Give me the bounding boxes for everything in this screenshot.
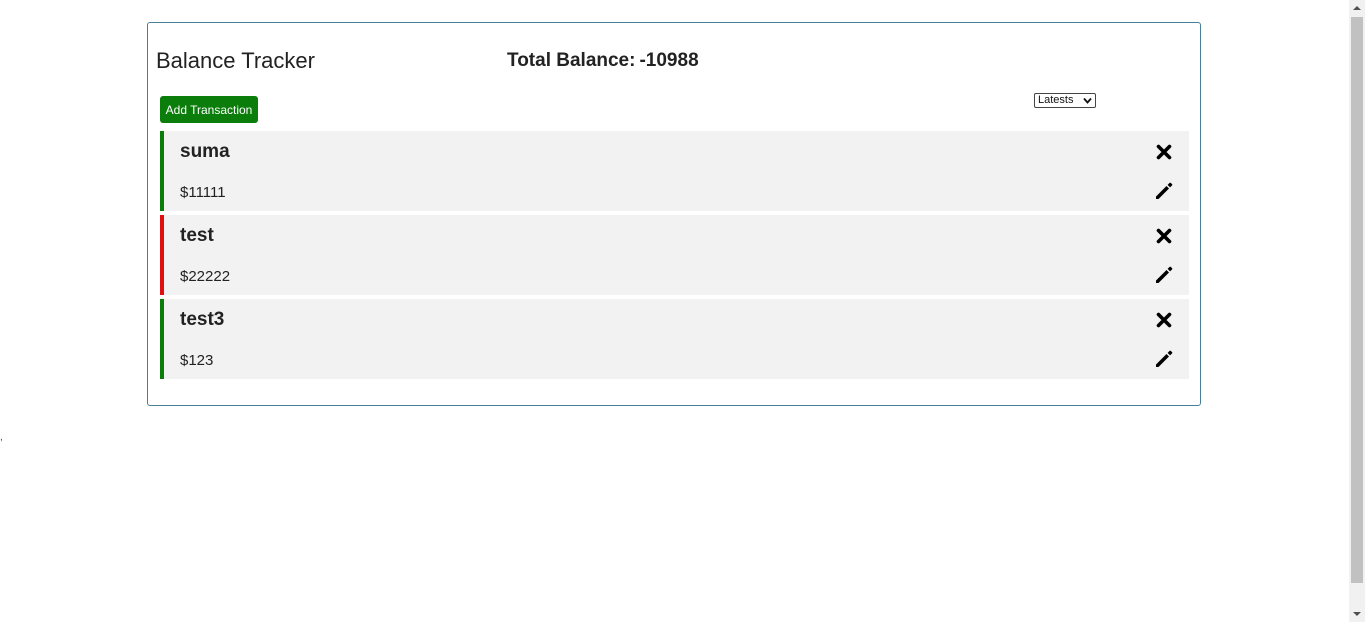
transaction-item: test $22222 [160,215,1189,295]
transaction-list: suma $11111 test $22222 test3 $123 [160,131,1189,383]
transaction-amount: $22222 [180,268,231,285]
scroll-down-arrow-icon[interactable] [1353,610,1361,618]
total-balance: Total Balance: -10988 [507,50,699,72]
sort-select[interactable]: Latests [1034,93,1096,108]
chevron-down-icon [1083,97,1092,104]
pencil-icon[interactable] [1153,264,1175,286]
transaction-item: test3 $123 [160,299,1189,379]
transaction-name: test3 [180,309,225,330]
page: Balance Tracker Total Balance: -10988 Add… [0,0,1365,622]
vertical-scrollbar[interactable] [1349,0,1365,622]
transaction-name: test [180,225,214,246]
transaction-amount: $11111 [180,184,226,201]
scrollbar-thumb[interactable] [1351,17,1363,583]
balance-card: Balance Tracker Total Balance: -10988 Add… [147,22,1201,406]
transaction-item: suma $11111 [160,131,1189,211]
close-icon[interactable] [1153,225,1175,247]
close-icon[interactable] [1153,309,1175,331]
page-title: Balance Tracker [156,48,315,73]
scroll-up-arrow-icon[interactable] [1353,4,1361,12]
total-balance-label: Total Balance: [507,50,636,71]
pencil-icon[interactable] [1153,348,1175,370]
transaction-amount: $123 [180,352,214,369]
total-balance-value: -10988 [639,50,699,71]
stray-text: , [0,432,3,443]
sort-select-value: Latests [1038,94,1074,106]
transaction-name: suma [180,141,230,162]
add-transaction-button[interactable]: Add Transaction [160,96,258,123]
close-icon[interactable] [1153,141,1175,163]
pencil-icon[interactable] [1153,180,1175,202]
